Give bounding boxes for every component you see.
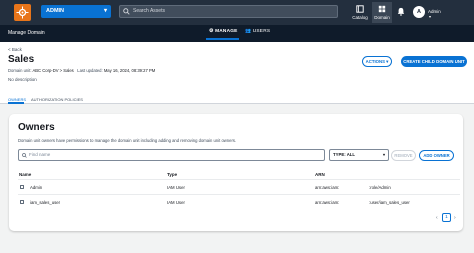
type-filter-value: TYPE: ALL: [333, 152, 356, 157]
top-bar: ADMIN ▾ Search Assets Catalog Domain A A…: [0, 0, 474, 25]
remove-button[interactable]: REMOVE: [391, 150, 416, 161]
column-header-type[interactable]: Type: [167, 172, 177, 177]
row-checkbox[interactable]: [20, 200, 24, 204]
section-tabs: OWNERS AUTHORIZATION POLICIES: [0, 93, 474, 104]
search-icon: [22, 153, 27, 158]
pagination-next-icon[interactable]: ›: [454, 215, 456, 221]
caret-down-icon[interactable]: ▾: [429, 14, 431, 19]
caret-down-icon: ▾: [382, 152, 385, 157]
tab-manage-label: MANAGE: [215, 29, 238, 34]
tab-users[interactable]: 👥 USERS: [245, 29, 270, 34]
find-name-placeholder: Find name: [29, 152, 51, 157]
owner-name: Admin: [30, 185, 43, 190]
active-tab-indicator: [206, 38, 239, 40]
column-header-name[interactable]: Name: [19, 172, 31, 177]
owners-panel: [9, 114, 463, 231]
column-header-arn[interactable]: ARN: [315, 172, 325, 177]
catalog-icon: [356, 5, 364, 13]
owner-name: iam_sales_user: [30, 200, 61, 205]
bell-icon[interactable]: [397, 7, 405, 16]
owner-arn-prefix: arn:aws:iam:: [315, 200, 340, 205]
pagination-prev-icon[interactable]: ‹: [436, 215, 438, 221]
page-title: Sales: [8, 54, 35, 65]
owner-arn-prefix: arn:aws:iam:: [315, 185, 340, 190]
header-divider: [18, 179, 460, 180]
tab-users-label: USERS: [252, 29, 271, 34]
owner-arn-suffix: :role/Admin: [369, 185, 391, 190]
avatar[interactable]: A: [413, 6, 425, 18]
owner-type: IAM User: [167, 185, 185, 190]
owner-type: IAM User: [167, 200, 185, 205]
domain-button[interactable]: Domain: [372, 2, 392, 23]
create-child-domain-unit-button[interactable]: CREATE CHILD DOMAIN UNIT: [401, 56, 467, 67]
domain-selector[interactable]: ADMIN ▾: [41, 5, 111, 18]
owners-title: Owners: [18, 122, 55, 133]
find-name-input[interactable]: Find name: [18, 149, 325, 161]
tab-authorization-policies[interactable]: AUTHORIZATION POLICIES: [31, 97, 83, 102]
row-checkbox[interactable]: [20, 185, 24, 189]
owner-arn-suffix: :user/iam_sales_user: [369, 200, 410, 205]
back-link[interactable]: < Back: [8, 47, 22, 52]
meta-updated-value: May 16, 2024, 08:39:27 PM: [103, 68, 156, 73]
add-owner-button[interactable]: ADD OWNER: [419, 150, 454, 161]
page-meta: Domain unit: ABC Corp-DV > Sales Last up…: [8, 68, 155, 73]
domain-selector-value: ADMIN: [46, 8, 65, 14]
users-icon: 👥: [245, 29, 252, 34]
logo-icon: [16, 6, 29, 19]
app-logo[interactable]: [14, 4, 31, 21]
pagination-page-current[interactable]: 1: [442, 213, 451, 222]
catalog-button[interactable]: Catalog: [348, 2, 372, 23]
catalog-label: Catalog: [352, 15, 368, 20]
owners-description: Domain unit owners have permissions to m…: [18, 138, 237, 143]
caret-down-icon: ▾: [103, 8, 107, 14]
search-assets-input[interactable]: Search Assets: [119, 5, 338, 18]
subnav-title: Manage Domain: [8, 30, 45, 36]
search-placeholder: Search Assets: [133, 8, 165, 14]
meta-updated-label: Last updated:: [77, 68, 104, 73]
row-divider: [18, 194, 460, 195]
domain-label: Domain: [374, 15, 390, 20]
meta-domain-value: ABC Corp-DV > Sales: [32, 68, 74, 73]
page-description: No description: [8, 77, 37, 82]
meta-domain-label: Domain unit:: [8, 68, 33, 73]
gear-icon: ⚙: [209, 29, 214, 34]
domain-icon: [378, 5, 386, 13]
tab-manage[interactable]: ⚙ MANAGE: [209, 29, 238, 34]
actions-button[interactable]: ACTIONS ▾: [362, 56, 392, 67]
search-icon: [123, 8, 130, 15]
type-filter-select[interactable]: TYPE: ALL ▾: [329, 149, 389, 161]
